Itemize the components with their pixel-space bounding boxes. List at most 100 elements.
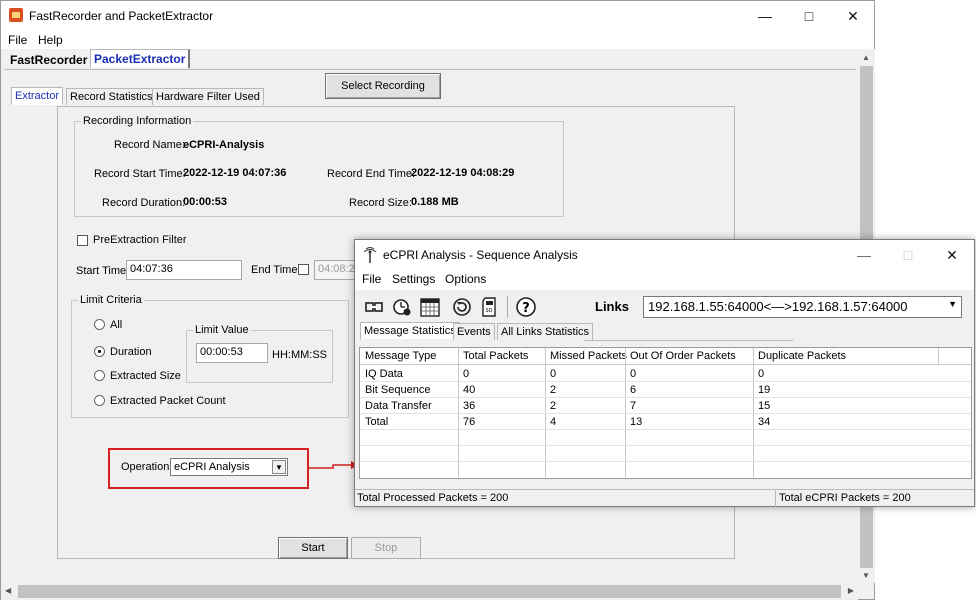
- radio-all-label: All: [110, 319, 123, 331]
- limit-value-input[interactable]: 00:00:53: [196, 343, 268, 363]
- col-header-duplicate[interactable]: Duplicate Packets: [758, 350, 846, 362]
- cell-duplicate: 34: [758, 416, 771, 428]
- seq-menu-file[interactable]: File: [362, 272, 381, 286]
- horizontal-scroll-thumb[interactable]: [18, 585, 841, 598]
- limit-value-title: Limit Value: [193, 324, 251, 336]
- horizontal-scrollbar[interactable]: ◀ ▶: [1, 583, 858, 600]
- statistics-table: Message Type Total Packets Missed Packet…: [359, 347, 972, 480]
- cell-total-packets: 40: [463, 384, 476, 396]
- record-name-label: Record Name:: [114, 139, 185, 151]
- col-header-message-type[interactable]: Message Type: [365, 350, 436, 362]
- links-label: Links: [595, 299, 629, 314]
- minimize-icon[interactable]: —: [743, 1, 787, 31]
- radio-extracted-size[interactable]: [94, 370, 105, 381]
- main-menubar: File Help: [1, 31, 874, 49]
- cell-message-type: Data Transfer: [365, 400, 432, 412]
- end-time-input[interactable]: 04:08:2: [314, 260, 359, 280]
- end-time-label: End Time: [251, 264, 298, 276]
- antenna-icon: [363, 247, 377, 263]
- scroll-down-icon[interactable]: ▼: [862, 571, 870, 580]
- main-title: FastRecorder and PacketExtractor: [29, 9, 214, 23]
- operation-select[interactable]: eCPRI Analysis ▼: [170, 458, 288, 476]
- cell-out-of-order: 13: [630, 416, 643, 428]
- chevron-down-icon[interactable]: ▼: [272, 460, 286, 474]
- tab-extractor[interactable]: Extractor: [11, 87, 64, 105]
- start-time-input[interactable]: 04:07:36: [126, 260, 242, 280]
- select-recording-button[interactable]: Select Recording: [325, 73, 441, 99]
- tab-fastrecorder[interactable]: FastRecorder: [7, 51, 90, 69]
- svg-text:SD: SD: [485, 308, 492, 314]
- tab-all-links-statistics[interactable]: All Links Statistics: [497, 323, 594, 340]
- menu-file[interactable]: File: [8, 33, 27, 47]
- sd-card-icon[interactable]: SD: [479, 296, 501, 318]
- cell-out-of-order: 7: [630, 400, 637, 412]
- cell-message-type: Bit Sequence: [365, 384, 431, 396]
- cell-out-of-order: 0: [630, 368, 637, 380]
- main-titlebar: FastRecorder and PacketExtractor — □ ✕: [1, 1, 874, 31]
- radio-duration[interactable]: [94, 346, 105, 357]
- tab-hardware-filter[interactable]: Hardware Filter Used: [152, 88, 264, 105]
- cell-total-packets: 76: [463, 416, 476, 428]
- limit-criteria-title: Limit Criteria: [78, 294, 144, 306]
- seq-menu-options[interactable]: Options: [445, 272, 486, 286]
- close-icon[interactable]: ✕: [831, 1, 875, 31]
- tab-divider: [5, 69, 856, 70]
- col-header-missed-packets[interactable]: Missed Packets: [550, 350, 627, 362]
- tab-events[interactable]: Events: [453, 323, 495, 340]
- sequence-window: eCPRI Analysis - Sequence Analysis — □ ✕…: [354, 239, 975, 507]
- seq-menu-settings[interactable]: Settings: [392, 272, 435, 286]
- link-icon[interactable]: [363, 296, 385, 318]
- cell-missed-packets: 4: [550, 416, 557, 428]
- record-name-value: eCPRI-Analysis: [183, 139, 265, 151]
- row-divider: [360, 429, 971, 430]
- svg-text:?: ?: [522, 301, 530, 316]
- recording-info-title: Recording Information: [81, 115, 194, 127]
- operation-label: Operation: [121, 461, 170, 473]
- operation-select-value: eCPRI Analysis: [174, 461, 250, 473]
- scroll-right-icon[interactable]: ▶: [848, 586, 854, 595]
- scroll-up-icon[interactable]: ▲: [862, 53, 870, 62]
- seq-minimize-icon[interactable]: —: [842, 240, 886, 270]
- record-start-label: Record Start Time:: [94, 168, 186, 180]
- seq-statusbar: Total Processed Packets = 200 Total eCPR…: [355, 489, 974, 507]
- cell-out-of-order: 6: [630, 384, 637, 396]
- tab-record-statistics[interactable]: Record Statistics: [66, 88, 157, 105]
- seq-close-icon[interactable]: ✕: [930, 240, 974, 270]
- red-arrow-icon: [308, 461, 358, 469]
- links-select[interactable]: 192.168.1.55:64000<—>192.168.1.57:64000 …: [643, 296, 962, 318]
- start-time-label: Start Time: [76, 265, 127, 277]
- pre-extraction-label: PreExtraction Filter: [93, 234, 187, 246]
- links-chevron-down-icon[interactable]: ▼: [948, 299, 957, 309]
- row-divider: [360, 413, 971, 414]
- maximize-icon[interactable]: □: [787, 1, 831, 31]
- radio-extracted-size-label: Extracted Size: [110, 370, 181, 382]
- radio-all[interactable]: [94, 319, 105, 330]
- end-time-checkbox[interactable]: [298, 264, 309, 275]
- clock-icon[interactable]: [391, 296, 413, 318]
- help-icon[interactable]: ?: [515, 296, 537, 318]
- stop-button[interactable]: Stop: [351, 537, 421, 559]
- seq-maximize-icon[interactable]: □: [886, 240, 930, 270]
- cell-message-type: Total: [365, 416, 389, 428]
- refresh-icon[interactable]: [451, 296, 473, 318]
- links-select-value: 192.168.1.55:64000<—>192.168.1.57:64000: [648, 299, 908, 314]
- col-divider: [938, 348, 939, 365]
- start-button[interactable]: Start: [278, 537, 348, 559]
- limit-value-unit: HH:MM:SS: [272, 349, 327, 361]
- col-header-total-packets[interactable]: Total Packets: [463, 350, 528, 362]
- scroll-left-icon[interactable]: ◀: [5, 586, 11, 595]
- app-icon: [9, 8, 23, 22]
- tab-packetextractor[interactable]: PacketExtractor: [90, 49, 191, 68]
- menu-help[interactable]: Help: [38, 33, 63, 47]
- calendar-icon[interactable]: [419, 296, 441, 318]
- row-divider: [360, 445, 971, 446]
- seq-titlebar: eCPRI Analysis - Sequence Analysis — □ ✕: [355, 240, 974, 270]
- record-end-value: 2022-12-19 04:08:29: [411, 167, 515, 179]
- row-divider: [360, 381, 971, 382]
- pre-extraction-checkbox[interactable]: [77, 235, 88, 246]
- col-header-out-of-order[interactable]: Out Of Order Packets: [630, 350, 736, 362]
- table-header: Message Type Total Packets Missed Packet…: [360, 348, 971, 365]
- radio-packet-count[interactable]: [94, 395, 105, 406]
- tab-message-statistics[interactable]: Message Statistics: [360, 322, 460, 340]
- cell-total-packets: 0: [463, 368, 470, 380]
